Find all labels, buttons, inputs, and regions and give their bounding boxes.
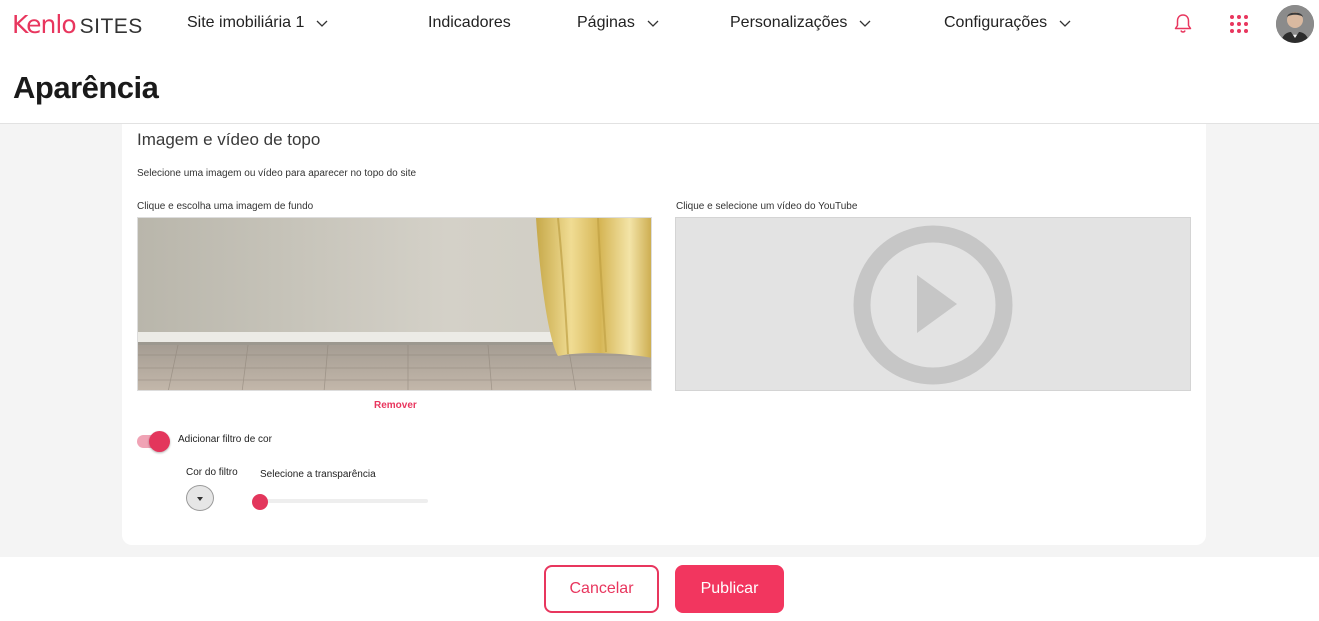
video-picker-label: Clique e selecione um vídeo do YouTube bbox=[676, 201, 858, 212]
filter-color-picker[interactable] bbox=[186, 485, 214, 511]
logo-brand: Kenlo bbox=[12, 10, 77, 39]
filter-color-label: Cor do filtro bbox=[186, 467, 238, 478]
color-filter-toggle[interactable] bbox=[137, 431, 171, 452]
publish-button[interactable]: Publicar bbox=[675, 565, 784, 613]
site-selector-dropdown[interactable]: Site imobiliária 1 bbox=[187, 14, 328, 32]
kenlo-sites-logo[interactable]: Kenlo SITES bbox=[12, 10, 143, 39]
slider-thumb[interactable] bbox=[252, 494, 268, 510]
nav-configuracoes-label: Configurações bbox=[944, 14, 1048, 31]
nav-indicadores-label: Indicadores bbox=[428, 14, 511, 31]
cancel-button[interactable]: Cancelar bbox=[544, 565, 659, 613]
section-title: Imagem e vídeo de topo bbox=[137, 130, 321, 149]
page-title: Aparência bbox=[13, 70, 159, 105]
remove-image-link[interactable]: Remover bbox=[374, 400, 417, 411]
section-description: Selecione uma imagem ou vídeo para apare… bbox=[137, 168, 417, 179]
chevron-down-icon bbox=[647, 20, 659, 27]
caret-down-icon bbox=[197, 497, 203, 501]
chevron-down-icon bbox=[1059, 20, 1071, 27]
nav-personalizacoes[interactable]: Personalizações bbox=[730, 14, 871, 32]
action-footer: Cancelar Publicar bbox=[0, 557, 1319, 621]
background-image-preview bbox=[138, 218, 651, 390]
slider-rail bbox=[252, 499, 428, 503]
logo-product: SITES bbox=[79, 15, 143, 38]
transparency-slider[interactable] bbox=[252, 493, 430, 511]
background-image-picker[interactable] bbox=[137, 217, 652, 391]
nav-configuracoes[interactable]: Configurações bbox=[944, 14, 1071, 32]
youtube-video-picker[interactable] bbox=[675, 217, 1191, 391]
bell-icon[interactable] bbox=[1172, 12, 1194, 34]
apps-grid-icon[interactable] bbox=[1229, 14, 1249, 34]
top-media-card: Imagem e vídeo de topo Selecione uma ima… bbox=[122, 124, 1206, 545]
nav-indicadores[interactable]: Indicadores bbox=[428, 14, 511, 32]
color-filter-toggle-label: Adicionar filtro de cor bbox=[178, 434, 272, 445]
user-avatar[interactable] bbox=[1276, 5, 1314, 43]
transparency-label: Selecione a transparência bbox=[260, 469, 376, 480]
chevron-down-icon bbox=[316, 20, 328, 27]
image-picker-label: Clique e escolha uma imagem de fundo bbox=[137, 201, 314, 212]
nav-paginas[interactable]: Páginas bbox=[577, 14, 659, 32]
avatar-photo bbox=[1276, 5, 1314, 43]
toggle-knob bbox=[149, 431, 170, 452]
nav-paginas-label: Páginas bbox=[577, 14, 635, 31]
top-navbar: Kenlo SITES Site imobiliária 1 Indicador… bbox=[0, 0, 1319, 50]
site-selector-label: Site imobiliária 1 bbox=[187, 14, 305, 31]
play-icon bbox=[853, 225, 1013, 385]
nav-personalizacoes-label: Personalizações bbox=[730, 14, 848, 31]
chevron-down-icon bbox=[859, 20, 871, 27]
